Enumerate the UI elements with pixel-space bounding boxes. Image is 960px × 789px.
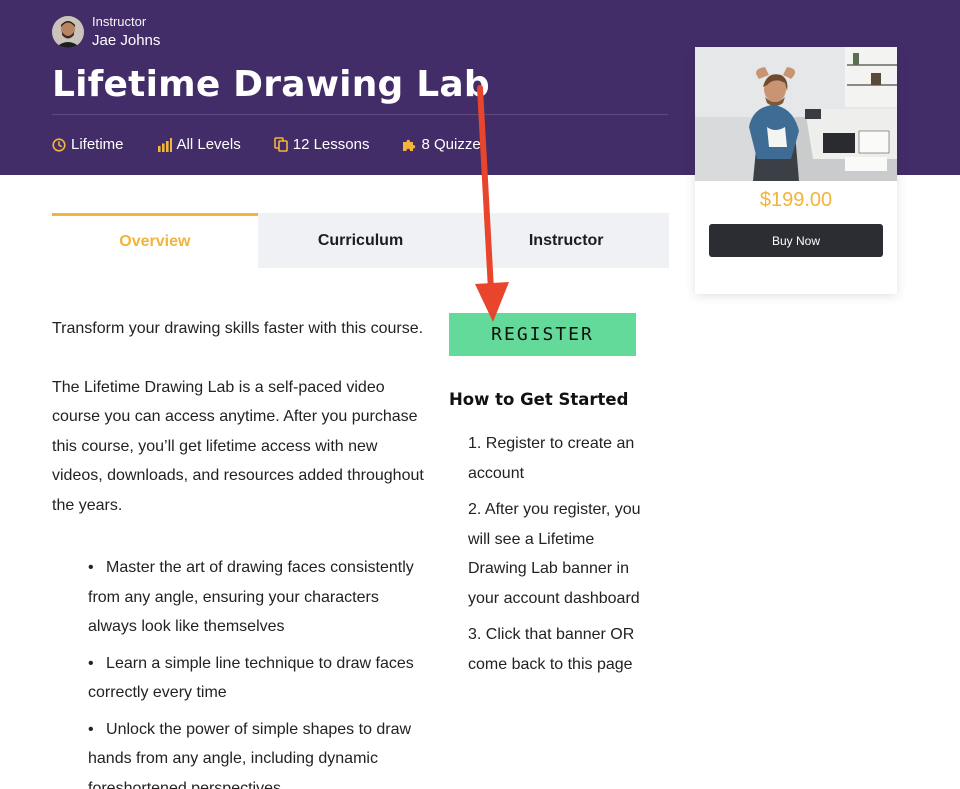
list-item: • Learn a simple line technique to draw …: [88, 649, 432, 708]
course-title: Lifetime Drawing Lab: [52, 64, 490, 105]
instructor-info[interactable]: Instructor Jae Johns: [52, 14, 160, 50]
course-price: $199.00: [759, 189, 833, 211]
list-item: • Master the art of drawing faces consis…: [88, 553, 432, 642]
step-item: 2. After you register, you will see a Li…: [468, 501, 641, 607]
steps-list: 1. Register to create an account 2. Afte…: [468, 429, 643, 686]
instructor-avatar[interactable]: [52, 16, 84, 49]
instructor-name[interactable]: Jae Johns: [92, 31, 160, 51]
course-tabs: Overview Curriculum Instructor: [52, 213, 669, 268]
list-item-text: • Unlock the power of simple shapes to d…: [88, 720, 412, 789]
header-divider: [52, 114, 668, 115]
meta-lessons: 12 Lessons: [273, 136, 370, 153]
overview-content: Transform your drawing skills faster wit…: [52, 314, 432, 789]
bar-chart-icon: [157, 137, 172, 152]
step-item: 3. Click that banner OR come back to thi…: [468, 626, 635, 673]
register-button[interactable]: REGISTER: [449, 313, 636, 356]
puzzle-icon: [403, 139, 416, 151]
description-text: The Lifetime Drawing Lab is a self-paced…: [52, 378, 424, 514]
tab-instructor[interactable]: Instructor: [463, 213, 669, 268]
meta-quizzes-label: 8 Quizze: [421, 136, 481, 153]
meta-quizzes: 8 Quizze: [402, 136, 481, 153]
course-thumbnail[interactable]: [695, 47, 897, 181]
list-item-text: • Learn a simple line technique to draw …: [88, 654, 414, 702]
clock-icon: [52, 137, 66, 152]
meta-lessons-label: 12 Lessons: [292, 136, 370, 153]
copy-icon: [273, 137, 288, 152]
benefits-list: • Master the art of drawing faces consis…: [52, 553, 432, 789]
list-item: • Unlock the power of simple shapes to d…: [88, 715, 432, 789]
buy-now-button[interactable]: Buy Now: [709, 224, 883, 257]
course-meta: Lifetime All Levels 12 Lessons 8 Quizze: [52, 136, 514, 153]
meta-duration-label: Lifetime: [71, 136, 124, 153]
tab-overview[interactable]: Overview: [52, 213, 258, 268]
how-to-get-started-title: How to Get Started: [449, 390, 629, 409]
instructor-role: Instructor: [92, 14, 147, 29]
intro-text: Transform your drawing skills faster wit…: [52, 320, 424, 337]
step-item: 1. Register to create an account: [468, 435, 635, 482]
course-purchase-card: $199.00 Buy Now: [695, 47, 897, 294]
meta-level: All Levels: [157, 136, 241, 153]
meta-level-label: All Levels: [176, 136, 241, 153]
tab-curriculum[interactable]: Curriculum: [258, 213, 464, 268]
list-item-text: • Master the art of drawing faces consis…: [88, 559, 414, 635]
meta-duration: Lifetime: [52, 136, 124, 153]
